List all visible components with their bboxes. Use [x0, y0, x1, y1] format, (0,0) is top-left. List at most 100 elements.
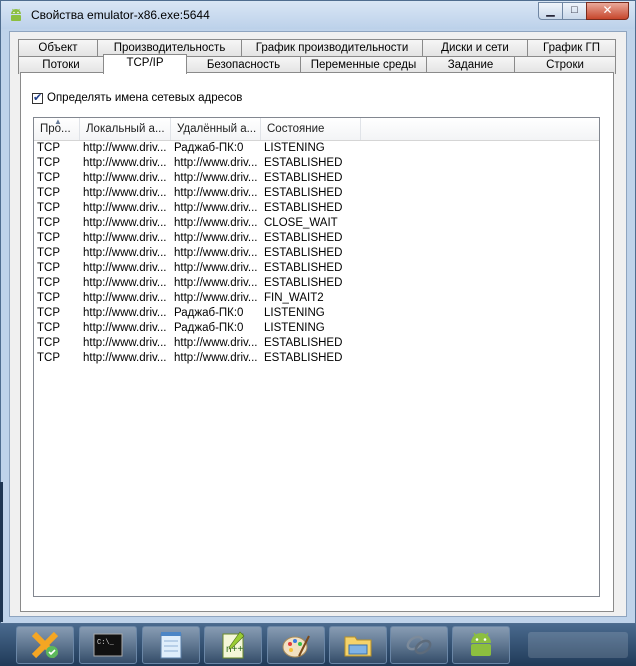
cell-local-address: http://www.driv...: [83, 292, 167, 304]
tab-gpu-graph[interactable]: График ГП: [527, 39, 616, 57]
table-row[interactable]: TCP http://www.driv... http://www.driv... E…: [34, 246, 599, 261]
cell-protocol: TCP: [37, 232, 60, 244]
taskbar-notepad[interactable]: [142, 626, 200, 664]
cell-remote-address: http://www.driv...: [174, 232, 258, 244]
cell-remote-address: http://www.driv...: [174, 277, 258, 289]
cell-protocol: TCP: [37, 247, 60, 259]
close-button[interactable]: ✕: [586, 2, 629, 20]
table-row[interactable]: TCP http://www.driv... http://www.driv... E…: [34, 261, 599, 276]
cell-remote-address: http://www.driv...: [174, 292, 258, 304]
connections-list[interactable]: ▲ Про... Локальный а... Удалённый а... С…: [33, 117, 600, 597]
column-header-protocol[interactable]: ▲ Про...: [34, 118, 80, 140]
cell-remote-address: http://www.driv...: [174, 352, 258, 364]
resolve-addresses-label[interactable]: Определять имена сетевых адресов: [47, 92, 242, 104]
taskbar-paint[interactable]: [267, 626, 325, 664]
notepad-plus-plus-icon: n++: [222, 631, 245, 659]
cell-remote-address: http://www.driv...: [174, 337, 258, 349]
cell-state: ESTABLISHED: [264, 202, 343, 214]
cell-protocol: TCP: [37, 337, 60, 349]
table-row[interactable]: TCP http://www.driv... http://www.driv... E…: [34, 231, 599, 246]
list-body: TCP http://www.driv... Раджаб-ПК:0 LISTENIN…: [34, 141, 599, 596]
cell-state: ESTABLISHED: [264, 262, 343, 274]
table-row[interactable]: TCP http://www.driv... Раджаб-ПК:0 LISTENIN…: [34, 141, 599, 156]
cell-state: LISTENING: [264, 322, 325, 334]
file-explorer-icon: [344, 636, 372, 657]
tab-performance-graph[interactable]: График производительности: [241, 39, 423, 57]
cell-remote-address: http://www.driv...: [174, 187, 258, 199]
cell-state: ESTABLISHED: [264, 277, 343, 289]
tab-tcp-ip[interactable]: TCP/IP: [103, 54, 187, 74]
cell-remote-address: http://www.driv...: [174, 247, 258, 259]
cell-protocol: TCP: [37, 277, 60, 289]
cell-state: ESTABLISHED: [264, 232, 343, 244]
cell-protocol: TCP: [37, 322, 60, 334]
close-icon: ✕: [602, 3, 613, 17]
resolve-addresses-checkbox[interactable]: ✔: [32, 92, 43, 104]
cell-local-address: http://www.driv...: [83, 322, 167, 334]
cell-state: ESTABLISHED: [264, 157, 343, 169]
cell-remote-address: http://www.driv...: [174, 172, 258, 184]
maximize-icon: □: [571, 4, 578, 16]
maximize-button[interactable]: □: [562, 2, 587, 20]
taskbar: C:\_ n++: [0, 624, 636, 666]
cell-remote-address: Раджаб-ПК:0: [174, 307, 244, 319]
resolve-addresses-row[interactable]: ✔ Определять имена сетевых адресов: [32, 90, 242, 106]
table-row[interactable]: TCP http://www.driv... http://www.driv... E…: [34, 201, 599, 216]
cell-state: ESTABLISHED: [264, 172, 343, 184]
cell-remote-address: http://www.driv...: [174, 217, 258, 229]
cell-remote-address: http://www.driv...: [174, 157, 258, 169]
taskbar-chain-app[interactable]: [390, 626, 448, 664]
cell-state: CLOSE_WAIT: [264, 217, 338, 229]
cell-state: ESTABLISHED: [264, 337, 343, 349]
table-row[interactable]: TCP http://www.driv... Раджаб-ПК:0 LISTENIN…: [34, 321, 599, 336]
cell-remote-address: http://www.driv...: [174, 202, 258, 214]
minimize-button[interactable]: ▁: [538, 2, 563, 20]
taskbar-xampp[interactable]: [16, 626, 74, 664]
taskbar-android-emulator[interactable]: [452, 626, 510, 664]
table-row[interactable]: TCP http://www.driv... http://www.driv... E…: [34, 186, 599, 201]
taskbar-notepad-plus-plus[interactable]: n++: [204, 626, 262, 664]
cell-remote-address: Раджаб-ПК:0: [174, 142, 244, 154]
cell-local-address: http://www.driv...: [83, 352, 167, 364]
cell-protocol: TCP: [37, 217, 60, 229]
column-header-state[interactable]: Состояние: [261, 118, 361, 140]
properties-window: Свойства emulator-x86.exe:5644 ▁ □ ✕ Объ…: [0, 0, 636, 624]
table-row[interactable]: TCP http://www.driv... http://www.driv... E…: [34, 156, 599, 171]
cell-state: LISTENING: [264, 142, 325, 154]
taskbar-file-explorer[interactable]: [329, 626, 387, 664]
dialog-client-area: Объект Производительность График произво…: [9, 31, 627, 617]
list-header: ▲ Про... Локальный а... Удалённый а... С…: [34, 118, 599, 141]
cell-protocol: TCP: [37, 187, 60, 199]
cell-protocol: TCP: [37, 262, 60, 274]
column-header-remote-address[interactable]: Удалённый а...: [171, 118, 261, 140]
cell-protocol: TCP: [37, 172, 60, 184]
svg-text:C:\_: C:\_: [97, 639, 115, 647]
table-row[interactable]: TCP http://www.driv... http://www.driv... F…: [34, 291, 599, 306]
tab-object[interactable]: Объект: [18, 39, 98, 57]
table-row[interactable]: TCP http://www.driv... http://www.driv... E…: [34, 276, 599, 291]
cell-local-address: http://www.driv...: [83, 202, 167, 214]
command-prompt-icon: C:\_: [93, 633, 123, 657]
cell-local-address: http://www.driv...: [83, 187, 167, 199]
caption-buttons: ▁ □ ✕: [538, 2, 629, 21]
cell-local-address: http://www.driv...: [83, 307, 167, 319]
cell-state: LISTENING: [264, 307, 325, 319]
cell-local-address: http://www.driv...: [83, 277, 167, 289]
tab-disk-network[interactable]: Диски и сети: [422, 39, 528, 57]
table-row[interactable]: TCP http://www.driv... http://www.driv... C…: [34, 216, 599, 231]
cell-protocol: TCP: [37, 202, 60, 214]
sort-ascending-icon: ▲: [54, 118, 62, 126]
title-bar[interactable]: Свойства emulator-x86.exe:5644 ▁ □ ✕: [1, 1, 635, 29]
table-row[interactable]: TCP http://www.driv... http://www.driv... E…: [34, 336, 599, 351]
cell-local-address: http://www.driv...: [83, 217, 167, 229]
table-row[interactable]: TCP http://www.driv... http://www.driv... E…: [34, 171, 599, 186]
cell-protocol: TCP: [37, 157, 60, 169]
table-row[interactable]: TCP http://www.driv... http://www.driv... E…: [34, 351, 599, 366]
table-row[interactable]: TCP http://www.driv... Раджаб-ПК:0 LISTENIN…: [34, 306, 599, 321]
column-header-local-address[interactable]: Локальный а...: [80, 118, 171, 140]
cell-protocol: TCP: [37, 352, 60, 364]
cell-state: FIN_WAIT2: [264, 292, 324, 304]
android-icon: [11, 8, 21, 21]
cell-local-address: http://www.driv...: [83, 262, 167, 274]
taskbar-command-prompt[interactable]: C:\_: [79, 626, 137, 664]
